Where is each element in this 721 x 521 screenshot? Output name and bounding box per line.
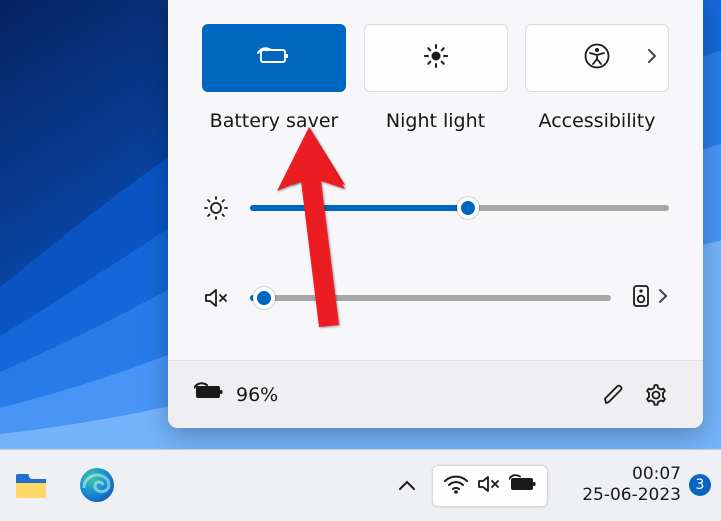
taskbar: 00:07 25-06-2023 3 bbox=[0, 449, 721, 521]
microsoft-edge-icon[interactable] bbox=[78, 466, 116, 504]
volume-muted-icon bbox=[477, 473, 501, 499]
accessibility-icon bbox=[584, 43, 610, 73]
battery-saver-label: Battery saver bbox=[210, 110, 339, 132]
volume-slider-thumb[interactable] bbox=[253, 287, 275, 309]
volume-slider[interactable] bbox=[250, 295, 611, 301]
quick-settings-panel: Battery saver bbox=[168, 0, 703, 428]
brightness-icon bbox=[202, 195, 230, 221]
quick-settings-footer: 96% bbox=[168, 360, 703, 428]
system-tray[interactable] bbox=[432, 465, 548, 507]
volume-muted-icon bbox=[202, 285, 230, 311]
notification-count-badge[interactable]: 3 bbox=[689, 474, 711, 496]
battery-saver-icon bbox=[257, 44, 291, 72]
night-light-label: Night light bbox=[386, 110, 485, 132]
clock-time: 00:07 bbox=[582, 464, 681, 485]
brightness-slider-thumb[interactable] bbox=[457, 197, 479, 219]
wifi-icon bbox=[443, 473, 469, 499]
battery-saver-tile[interactable] bbox=[202, 24, 346, 92]
brightness-slider[interactable] bbox=[250, 205, 669, 211]
chevron-right-icon bbox=[646, 47, 658, 69]
clock-date: 25-06-2023 bbox=[582, 485, 681, 506]
accessibility-tile[interactable] bbox=[525, 24, 669, 92]
battery-saver-tray-icon bbox=[509, 474, 537, 498]
tray-overflow-button[interactable] bbox=[393, 472, 421, 500]
audio-output-icon[interactable] bbox=[631, 283, 651, 313]
accessibility-label: Accessibility bbox=[539, 110, 656, 132]
edit-quick-settings-button[interactable] bbox=[593, 374, 635, 416]
volume-slider-row bbox=[202, 278, 669, 318]
night-light-icon bbox=[423, 43, 449, 73]
settings-button[interactable] bbox=[635, 374, 677, 416]
file-explorer-icon[interactable] bbox=[12, 466, 50, 504]
battery-icon bbox=[194, 381, 224, 408]
chevron-right-icon[interactable] bbox=[657, 287, 669, 309]
quick-settings-tiles: Battery saver bbox=[202, 24, 669, 132]
battery-status[interactable]: 96% bbox=[194, 381, 278, 408]
night-light-tile[interactable] bbox=[364, 24, 508, 92]
brightness-slider-row bbox=[202, 188, 669, 228]
taskbar-clock[interactable]: 00:07 25-06-2023 bbox=[582, 464, 681, 505]
battery-percent-label: 96% bbox=[236, 384, 278, 406]
